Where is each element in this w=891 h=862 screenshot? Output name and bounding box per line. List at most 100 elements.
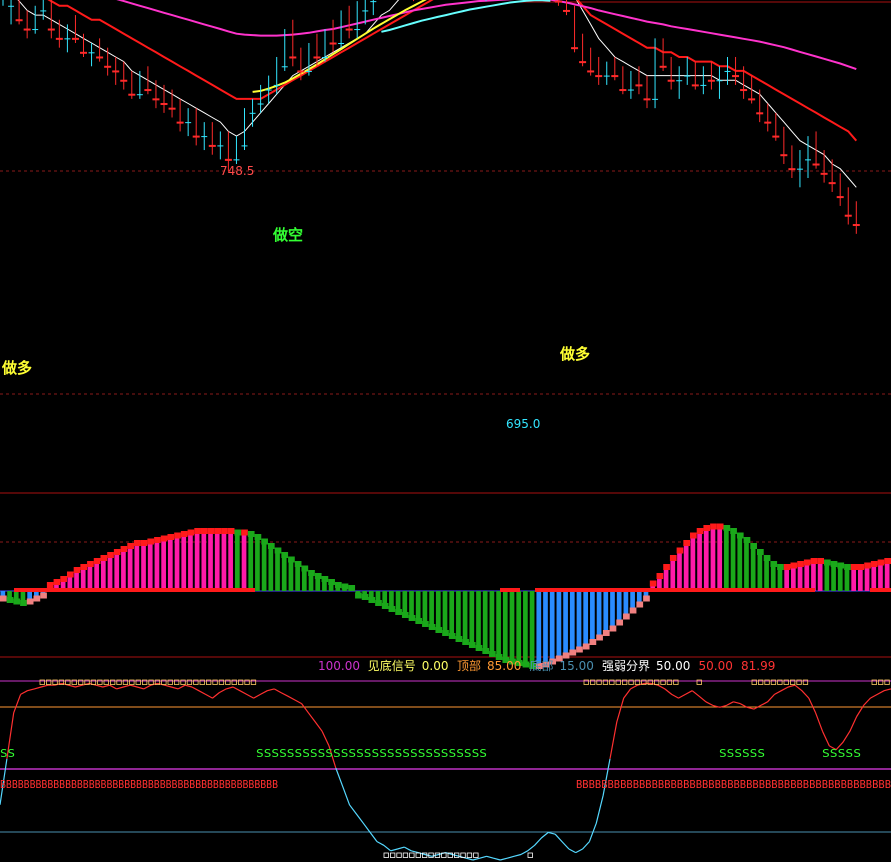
hist-bar bbox=[824, 565, 830, 591]
candle-body bbox=[265, 89, 272, 91]
legend-item: 85.00 bbox=[487, 659, 521, 673]
hist-cap bbox=[301, 565, 309, 572]
candle-body bbox=[80, 51, 87, 54]
hist-bar bbox=[0, 591, 6, 596]
hist-cap bbox=[850, 564, 858, 570]
candle-body bbox=[345, 28, 353, 31]
hist-cap bbox=[683, 540, 691, 546]
osc-line-weak bbox=[0, 758, 611, 861]
hist-bar bbox=[107, 558, 113, 591]
moving-average-lines bbox=[17, 0, 858, 188]
hist-cap bbox=[750, 543, 758, 549]
hist-bar bbox=[422, 591, 428, 621]
hist-cap bbox=[723, 525, 731, 531]
candle-body bbox=[32, 29, 39, 31]
zone-marker bbox=[409, 852, 415, 858]
hist-cap bbox=[120, 546, 128, 552]
hist-bar bbox=[188, 535, 193, 591]
hist-cap bbox=[241, 529, 248, 536]
hist-cap bbox=[442, 630, 449, 636]
hist-bar bbox=[362, 591, 367, 594]
hist-bar bbox=[154, 543, 160, 591]
candle-body bbox=[716, 80, 723, 82]
hist-bar bbox=[449, 591, 455, 633]
hist-cap bbox=[80, 564, 88, 570]
hist-bar bbox=[791, 568, 796, 591]
hist-bar bbox=[234, 535, 240, 591]
candle-body bbox=[756, 112, 764, 115]
candle-body bbox=[185, 122, 192, 124]
hist-cap bbox=[20, 600, 27, 606]
hist-cap bbox=[127, 543, 134, 549]
hist-bar bbox=[603, 591, 609, 630]
hist-bar bbox=[690, 538, 696, 591]
hist-bar bbox=[315, 579, 321, 591]
candle-body bbox=[828, 182, 836, 185]
hist-cap bbox=[864, 562, 871, 569]
hist-cap bbox=[388, 606, 396, 612]
hist-cap bbox=[730, 528, 737, 534]
hist-bar bbox=[342, 589, 347, 591]
hist-bar bbox=[744, 543, 749, 591]
hist-cap bbox=[274, 547, 282, 554]
hist-cap bbox=[73, 567, 81, 573]
candle-body bbox=[772, 135, 780, 138]
hist-bar bbox=[275, 553, 280, 591]
candle-body bbox=[329, 42, 337, 45]
ma-line bbox=[116, 0, 857, 71]
hist-cap bbox=[174, 532, 181, 539]
hist-bar bbox=[851, 570, 857, 591]
hist-cap bbox=[636, 601, 644, 608]
candle-body bbox=[724, 70, 731, 72]
hist-cap bbox=[361, 594, 369, 600]
hist-cap bbox=[576, 646, 583, 653]
hist-cap bbox=[0, 595, 7, 602]
hist-cap bbox=[267, 543, 275, 549]
s-signal-run: SSSSSS bbox=[719, 747, 765, 760]
zone-marker bbox=[396, 852, 402, 858]
hist-cap bbox=[355, 592, 362, 599]
hist-bar bbox=[94, 564, 99, 591]
hist-bar bbox=[127, 549, 133, 591]
candle-body bbox=[796, 168, 803, 170]
candle-body bbox=[732, 75, 740, 78]
hist-bar bbox=[730, 534, 736, 591]
candle-body bbox=[297, 70, 305, 73]
hist-bar bbox=[489, 591, 495, 651]
hist-bar bbox=[871, 567, 877, 591]
candle-body bbox=[611, 75, 619, 78]
candle-body bbox=[273, 84, 280, 86]
hist-bar bbox=[100, 561, 106, 591]
hist-cap bbox=[321, 576, 329, 582]
hist-cap bbox=[53, 579, 61, 585]
hist-bar bbox=[529, 591, 535, 663]
candle-body bbox=[96, 56, 104, 59]
hist-cap bbox=[147, 538, 155, 545]
hist-bar bbox=[429, 591, 434, 624]
hist-cap bbox=[348, 585, 356, 591]
hist-bar bbox=[248, 537, 254, 591]
hist-cap bbox=[455, 636, 463, 642]
hist-cap bbox=[281, 552, 289, 558]
hist-bar bbox=[228, 534, 233, 591]
hist-bar bbox=[442, 591, 448, 630]
hist-bar bbox=[683, 546, 689, 591]
hist-bar bbox=[147, 544, 153, 591]
hist-cap bbox=[408, 615, 416, 621]
hist-cap bbox=[26, 598, 34, 605]
candle-body bbox=[844, 214, 852, 217]
candle-body bbox=[667, 79, 675, 82]
candle-body bbox=[55, 37, 63, 40]
hist-cap bbox=[401, 612, 409, 618]
candle-body bbox=[224, 158, 232, 161]
hist-cap bbox=[736, 532, 744, 539]
candle-body bbox=[595, 75, 603, 78]
hist-cap bbox=[435, 627, 443, 633]
zone-marker bbox=[383, 852, 389, 858]
hist-signal-band bbox=[500, 588, 520, 592]
candle-body bbox=[820, 172, 828, 175]
hist-cap bbox=[589, 639, 597, 645]
hist-bar bbox=[523, 591, 528, 662]
hist-cap bbox=[696, 528, 704, 534]
hist-cap bbox=[803, 559, 811, 566]
